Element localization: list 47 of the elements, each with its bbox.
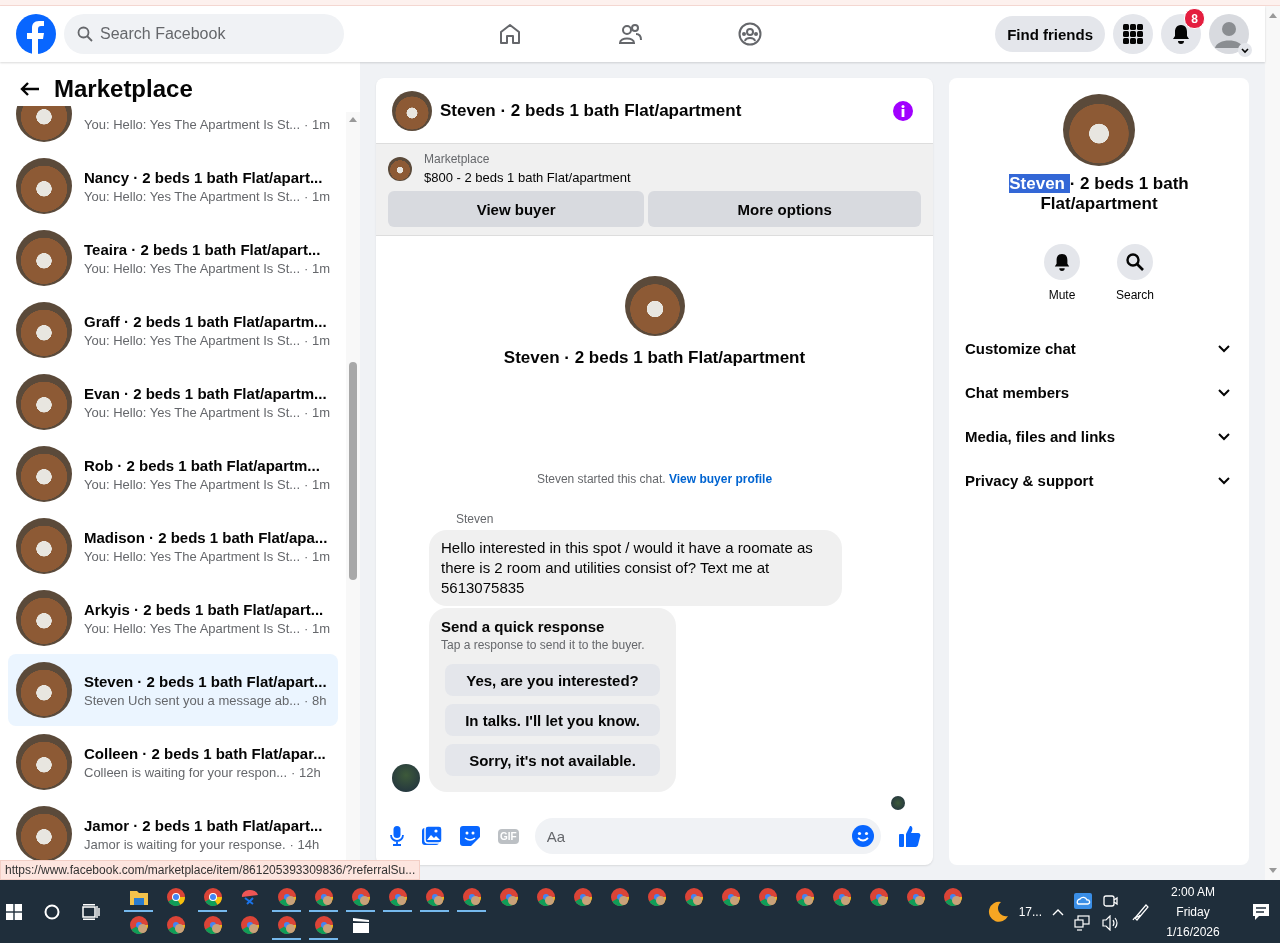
conversation-title: Arkyis · 2 beds 1 bath Flat/apart...: [84, 600, 325, 618]
conversation-time: · 14h: [289, 836, 320, 852]
conversation-title: Rob · 2 beds 1 bath Flat/apartm...: [84, 456, 321, 474]
conversation-title: Colleen · 2 beds 1 bath Flat/apar...: [84, 744, 326, 762]
conversation-title: Steven · 2 beds 1 bath Flat/apart...: [84, 672, 327, 690]
sender-name: Steven: [456, 512, 495, 526]
action-label: Search: [1116, 288, 1154, 302]
conversation-preview: Jamor is waiting for your response.: [84, 836, 286, 852]
conversation-time: · 1m: [304, 332, 331, 348]
conversation-title: Madison · 2 beds 1 bath Flat/apa...: [84, 528, 329, 546]
conversation-preview: You: Hello: Yes The Apartment Is St...: [84, 548, 301, 564]
conversation-preview: You: Hello: Yes The Apartment Is St...: [84, 260, 301, 276]
message-bubble: Hello interested in this spot / would it have a roomate as there is 2 room and utilities consist of? Text me at 5613075835: [429, 530, 842, 606]
quick-response-title: Send a quick response: [441, 618, 606, 635]
sidebar-title: Marketplace: [54, 75, 193, 103]
chat-title: Steven · 2 beds 1 bath Flat/apartment: [440, 100, 743, 121]
notification-badge: 8: [1184, 8, 1205, 29]
quick-response-hint: Tap a response to send it to the buyer.: [441, 638, 646, 652]
conversation-preview: You: Hello: Yes The Apartment Is St...: [84, 116, 301, 132]
conversation-preview: You: Hello: Yes The Apartment Is St...: [84, 620, 301, 636]
conversation-time: · 12h: [291, 764, 321, 780]
chat-started-text: Steven started this chat. View buyer profile: [535, 472, 774, 486]
chat-intro-title: Steven · 2 beds 1 bath Flat/apartment: [503, 348, 806, 368]
listing-label: Marketplace: [424, 152, 491, 166]
conversation-preview: You: Hello: Yes The Apartment Is St...: [84, 476, 301, 492]
conversation-preview: You: Hello: Yes The Apartment Is St...: [84, 332, 301, 348]
conversation-name: Steven · 2 beds 1 bath Flat/apartment: [1008, 174, 1190, 214]
conversation-preview: Colleen is waiting for your respon...: [84, 764, 288, 780]
conversation-time: · 1m: [304, 188, 331, 204]
conversation-time: · 1m: [304, 548, 331, 564]
conversation-time: · 1m: [304, 116, 331, 132]
action-label: Mute: [1048, 288, 1076, 302]
conversation-preview: You: Hello: Yes The Apartment Is St...: [84, 188, 301, 204]
conversation-time: · 1m: [304, 620, 331, 636]
conversation-title: Jamor · 2 beds 1 bath Flat/apart...: [84, 816, 323, 834]
conversation-title: Nancy · 2 beds 1 bath Flat/apart...: [84, 168, 324, 186]
conversation-title: Teaira · 2 beds 1 bath Flat/apart...: [84, 240, 322, 258]
link-preview-tooltip: https://www.facebook.com/marketplace/item/861205393309836/?referralSu...: [0, 860, 421, 880]
conversation-time: · 1m: [304, 260, 331, 276]
conversation-time: · 1m: [304, 476, 331, 492]
conversation-time: · 8h: [304, 692, 327, 708]
conversation-title: Evan · 2 beds 1 bath Flat/apartm...: [84, 384, 328, 402]
conversation-title: Graff · 2 beds 1 bath Flat/apartm...: [84, 312, 328, 330]
conversation-preview: You: Hello: Yes The Apartment Is St...: [84, 404, 301, 420]
listing-title: $800 - 2 beds 1 bath Flat/apartment: [424, 170, 631, 185]
conversation-preview: Steven Uch sent you a message ab...: [84, 692, 301, 708]
conversation-time: · 1m: [304, 404, 331, 420]
